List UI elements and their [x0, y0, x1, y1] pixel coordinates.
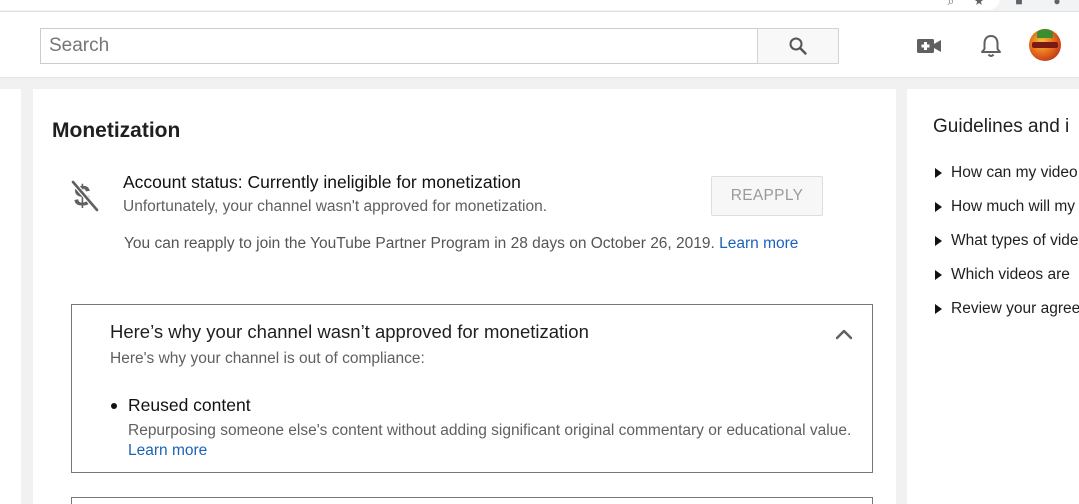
reason-item-description: Repurposing someone else's content witho… [128, 421, 858, 460]
guideline-item[interactable]: Review your agree [935, 300, 1079, 318]
left-card-edge [0, 89, 21, 504]
bell-icon [981, 35, 1001, 57]
masthead [0, 12, 1079, 78]
video-camera-add-icon [917, 39, 941, 53]
guideline-item-label: Review your agree [951, 300, 1079, 317]
guideline-item-label: What types of vide [951, 232, 1079, 249]
guideline-item-label: Which videos are [951, 266, 1070, 283]
reason-learn-more-link[interactable]: Learn more [128, 442, 207, 459]
reasons-title: Here’s why your channel wasn’t approved … [110, 321, 589, 342]
guideline-item[interactable]: Which videos are [935, 266, 1070, 284]
search-icon[interactable]: ⌕ [944, 0, 958, 8]
extension-icon[interactable]: ■ [1012, 0, 1026, 8]
guideline-item[interactable]: How much will my [935, 198, 1075, 216]
reapply-button[interactable]: REAPPLY [711, 176, 823, 216]
guidelines-card [907, 89, 1079, 504]
address-bar[interactable] [0, 0, 1000, 10]
create-video-button[interactable] [915, 32, 943, 60]
section-title: Monetization [52, 119, 181, 142]
expand-triangle-icon [935, 168, 942, 178]
expand-triangle-icon [935, 304, 942, 314]
guideline-item[interactable]: How can my video [935, 164, 1078, 182]
guideline-item[interactable]: What types of vide [935, 232, 1079, 250]
guidelines-title: Guidelines and i [933, 116, 1070, 137]
notifications-button[interactable] [977, 32, 1005, 60]
guideline-item-label: How much will my [951, 198, 1076, 215]
avatar[interactable] [1029, 29, 1061, 61]
reason-description-text: Repurposing someone else's content witho… [128, 422, 852, 439]
account-status-title: Account status: Currently ineligible for… [123, 172, 521, 192]
expand-triangle-icon [935, 202, 942, 212]
bullet-icon [111, 403, 117, 409]
avatar-label [1032, 42, 1058, 48]
search-button[interactable] [757, 28, 839, 64]
search-box [40, 28, 757, 64]
reasons-subtitle: Here's why your channel is out of compli… [110, 350, 425, 367]
account-status-subtitle: Unfortunately, your channel wasn't appro… [123, 198, 547, 215]
star-icon[interactable]: ★ [972, 0, 986, 8]
chevron-up-icon[interactable] [834, 326, 854, 342]
learn-more-link[interactable]: Learn more [719, 235, 798, 252]
profile-icon[interactable]: ● [1050, 0, 1064, 8]
no-dollar-icon: $ [71, 180, 99, 213]
guideline-item-label: How can my video [951, 164, 1078, 181]
browser-chrome-strip: ⌕ ★ ■ ● [0, 0, 1079, 12]
search-icon [789, 37, 807, 55]
avatar-leaf [1037, 29, 1053, 38]
expand-triangle-icon [935, 270, 942, 280]
reapply-info: You can reapply to join the YouTube Part… [124, 235, 798, 253]
reason-item-title: Reused content [128, 395, 251, 415]
search-input[interactable] [41, 29, 757, 63]
reapply-info-text: You can reapply to join the YouTube Part… [124, 235, 715, 252]
expand-triangle-icon [935, 236, 942, 246]
next-panel-edge [71, 497, 873, 504]
